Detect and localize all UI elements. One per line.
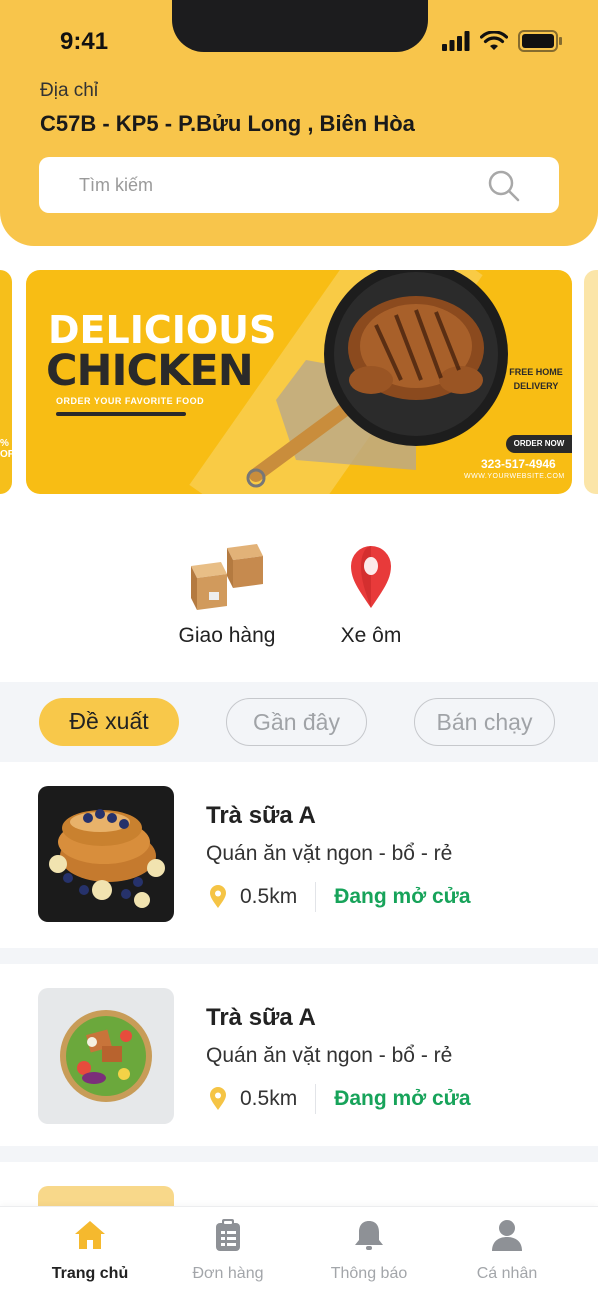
category-delivery-label: Giao hàng [178,624,276,647]
nav-home-label: Trang chủ [51,1265,129,1282]
status-time: 9:41 [60,28,109,55]
meta-divider [315,1084,317,1114]
banner-title-line2: CHICKEN [46,346,254,396]
shop-image [38,988,174,1124]
status-bar: 9:41 [0,0,598,80]
meta-divider [315,882,317,912]
list-divider [0,1146,598,1162]
shop-distance: 0.5km [240,885,298,908]
battery-icon [518,30,562,52]
bell-icon [355,1221,383,1250]
promo-banner[interactable]: DELICIOUS CHICKEN ORDER YOUR FAVORITE FO… [26,270,572,494]
shop-name: Trà sữa A [206,802,316,829]
location-pin-icon [210,1087,226,1110]
nav-home[interactable]: Trang chủ [30,1207,150,1300]
nav-notifications[interactable]: Thông báo [309,1207,429,1300]
filter-tabs: Đề xuất Gần đây Bán chạy [0,682,598,762]
notch [172,0,428,52]
chicken-pan-image [246,270,508,488]
shop-meta: 0.5km Đang mở cửa [206,882,471,912]
wifi-icon [480,31,508,50]
tab-recommended[interactable]: Đề xuất [39,698,179,746]
search-input[interactable]: Tìm kiếm [79,175,153,196]
banner-underline [56,412,186,416]
banner-next-peek[interactable] [584,270,598,494]
shop-image [38,786,174,922]
bottom-nav: Trang chủ Đơn hàng Thông báo Cá nhân [0,1206,598,1300]
clipboard-icon [216,1219,240,1251]
nav-orders-label: Đơn hàng [192,1265,264,1282]
shop-distance: 0.5km [240,1087,298,1110]
shop-status: Đang mở cửa [334,1087,471,1110]
shop-card[interactable]: Trà sữa A Quán ăn vặt ngon - bổ - rẻ 0.5… [0,762,598,948]
address-value[interactable]: C57B - KP5 - P.Bửu Long , Biên Hòa [40,111,415,137]
status-icons [442,30,562,52]
salad-bowl-photo [38,988,174,1124]
nav-profile-label: Cá nhân [476,1265,538,1282]
order-now-button[interactable]: ORDER NOW [506,435,572,453]
banner-delivery-text: FREE HOME DELIVERY [509,367,563,391]
tab-best-selling[interactable]: Bán chạy [414,698,555,746]
banner-prev-peek[interactable]: % OFF [0,270,12,494]
banner-carousel[interactable]: % OFF DELICIOUS CHICKEN OR [0,270,598,496]
home-icon [75,1221,105,1249]
banner-subtitle: ORDER YOUR FAVORITE FOOD [56,396,205,406]
banner-phone: 323-517-4946 [481,457,556,471]
search-bar[interactable]: Tìm kiếm [39,157,559,213]
category-motorbike[interactable]: Xe ôm [306,540,436,648]
shop-description: Quán ăn vặt ngon - bổ - rẻ [206,842,453,865]
header: 9:41 Địa chỉ C57B - KP5 - P.Bửu Long , B… [0,0,598,246]
user-icon [492,1220,522,1251]
shop-description: Quán ăn vặt ngon - bổ - rẻ [206,1044,453,1067]
banner-website: WWW.YOURWEBSITE.COM [464,473,565,480]
shop-status: Đang mở cửa [334,885,471,908]
shop-meta: 0.5km Đang mở cửa [206,1084,471,1114]
shop-name: Trà sữa A [206,1004,316,1031]
category-delivery[interactable]: Giao hàng [162,540,292,648]
location-pin-icon [210,885,226,908]
french-toast-photo [38,786,174,922]
shop-card[interactable]: Trà sữa A Quán ăn vặt ngon - bổ - rẻ 0.5… [0,964,598,1150]
tab-nearby[interactable]: Gần đây [226,698,367,746]
search-icon[interactable] [487,169,521,203]
boxes-icon [191,544,263,610]
category-motorbike-label: Xe ôm [340,624,402,647]
map-pin-icon [351,546,391,608]
address-label: Địa chỉ [40,80,99,101]
list-divider [0,948,598,964]
signal-icon [442,31,470,51]
nav-orders[interactable]: Đơn hàng [168,1207,288,1300]
nav-profile[interactable]: Cá nhân [447,1207,567,1300]
banner-prev-text: % OFF [0,438,12,460]
nav-notifications-label: Thông báo [330,1265,408,1282]
